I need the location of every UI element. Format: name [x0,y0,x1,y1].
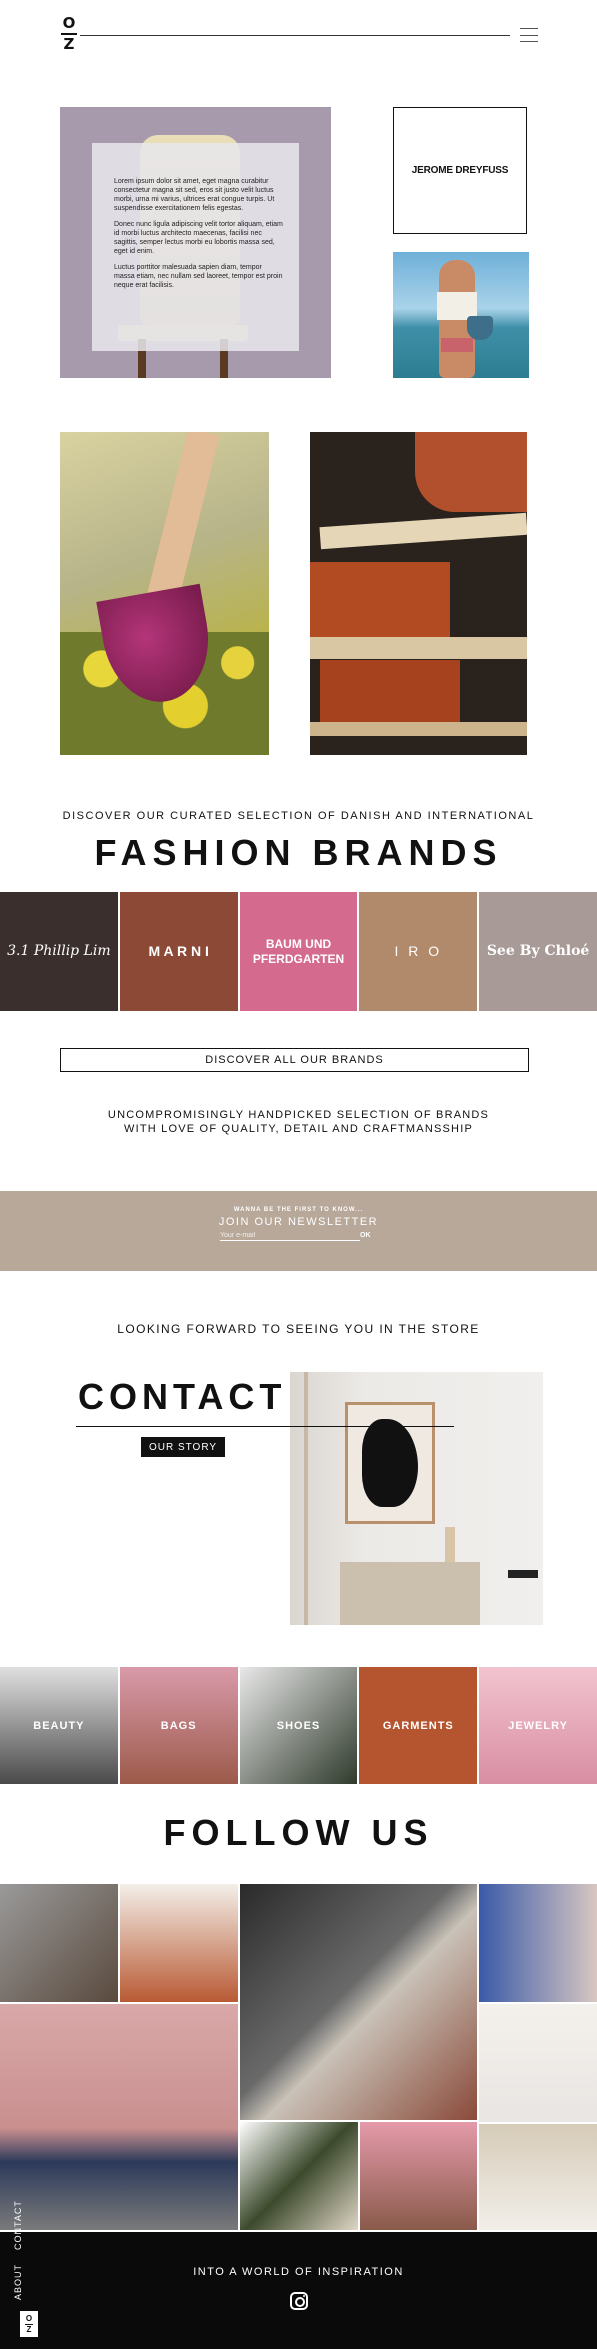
brands-intro: DISCOVER OUR CURATED SELECTION OF DANISH… [62,810,535,822]
hero-text-overlay: Lorem ipsum dolor sit amet, eget magna c… [92,143,299,351]
instagram-post[interactable] [479,2004,597,2122]
newsletter-section: WANNA BE THE FIRST TO KNOW... JOIN OUR N… [0,1191,597,1271]
header-divider [80,35,510,36]
newsletter-submit-button[interactable]: OK [360,1232,371,1239]
category-tile-bags[interactable]: BAGS [119,1667,238,1784]
brand-tile-label: M A R N I [148,943,209,959]
instagram-post[interactable] [479,1884,597,2002]
newsletter-eyebrow: WANNA BE THE FIRST TO KNOW... [233,1207,364,1213]
logo-bottom-letter: Z [63,35,75,53]
side-nav-contact[interactable]: CONTACT [13,2200,23,2250]
brand-tile[interactable]: M A R N I [119,892,238,1011]
category-label: BEAUTY [33,1719,85,1732]
brand-tile[interactable]: See By Chloé [479,892,597,1011]
instagram-post[interactable] [0,1884,118,2002]
side-nav: ABOUT CONTACT [13,2180,31,2300]
instagram-post[interactable] [120,1884,238,2002]
tagline-line: WITH LOVE OF QUALITY, DETAIL AND CRAFTMA… [124,1123,473,1135]
logo-top-letter: O [62,14,76,32]
brand-tile[interactable]: BAUM UND PFERDGARTEN [239,892,358,1011]
follow-us-title: FOLLOW US [163,1812,434,1853]
brand-tile-label: I R O [394,943,443,959]
contact-divider [76,1426,454,1427]
discover-all-brands-button[interactable]: DISCOVER ALL OUR BRANDS [60,1048,529,1072]
category-strip: BEAUTY BAGS SHOES GARMENTS JEWELRY [0,1667,597,1784]
category-tile-garments[interactable]: GARMENTS [359,1667,478,1784]
category-label: SHOES [276,1719,321,1732]
hero-paragraph: Luctus porttitor malesuada sapien diam, … [114,264,283,289]
brands-title: FASHION BRANDS [94,832,503,873]
hero-paragraph: Donec nunc ligula adipiscing velit torto… [114,221,283,255]
instagram-post[interactable] [360,2122,477,2230]
brand-strip: 3.1 Phillip Lim M A R N I BAUM UND PFERD… [0,892,597,1011]
instagram-icon[interactable] [290,2292,308,2310]
brand-tile[interactable]: 3.1 Phillip Lim [0,892,118,1011]
side-nav-about[interactable]: ABOUT [13,2264,23,2300]
footer-tagline: INTO A WORLD OF INSPIRATION [193,2266,404,2278]
category-tile-jewelry[interactable]: JEWELRY [479,1667,597,1784]
instagram-post[interactable] [240,1884,477,2120]
category-label: BAGS [160,1719,197,1732]
newsletter-title: JOIN OUR NEWSLETTER [218,1216,379,1228]
brand-tile-label: BAUM UND PFERDGARTEN [252,936,345,966]
hero-paragraph: Lorem ipsum dolor sit amet, eget magna c… [114,178,275,212]
logo[interactable]: O Z [60,16,78,56]
contact-title[interactable]: CONTACT [78,1376,286,1418]
stacked-leather-bags-image[interactable] [310,432,527,755]
brand-tile[interactable]: I R O [359,892,478,1011]
beach-model-image[interactable] [393,252,529,378]
instagram-post[interactable] [0,2004,238,2230]
footer: INTO A WORLD OF INSPIRATION [0,2232,597,2349]
category-tile-beauty[interactable]: BEAUTY [0,1667,118,1784]
brand-box-label: JEROME DREYFUSS [411,165,509,176]
brands-tagline: UNCOMPROMISINGLY HANDPICKED SELECTION OF… [0,1108,597,1136]
instagram-post[interactable] [240,2122,358,2230]
flower-field-bag-image[interactable] [60,432,269,755]
tagline-line: UNCOMPROMISINGLY HANDPICKED SELECTION OF… [107,1109,490,1121]
category-label: GARMENTS [382,1719,454,1732]
store-intro: LOOKING FORWARD TO SEEING YOU IN THE STO… [117,1322,480,1336]
footer-logo-top: O [25,2313,33,2323]
our-story-button[interactable]: OUR STORY [141,1437,225,1457]
category-label: JEWELRY [508,1719,568,1732]
footer-logo-bottom: Z [26,2324,32,2334]
brand-tile-label: See By Chloé [486,943,590,959]
category-tile-shoes[interactable]: SHOES [239,1667,358,1784]
instagram-post[interactable] [479,2124,597,2230]
newsletter-email-input[interactable] [220,1231,360,1241]
footer-logo[interactable]: O Z [20,2311,38,2337]
jerome-dreyfuss-brand-box[interactable]: JEROME DREYFUSS [393,107,527,234]
brand-tile-label: 3.1 Phillip Lim [7,943,111,959]
hamburger-menu-icon[interactable] [520,28,538,42]
store-interior-image [290,1372,543,1625]
